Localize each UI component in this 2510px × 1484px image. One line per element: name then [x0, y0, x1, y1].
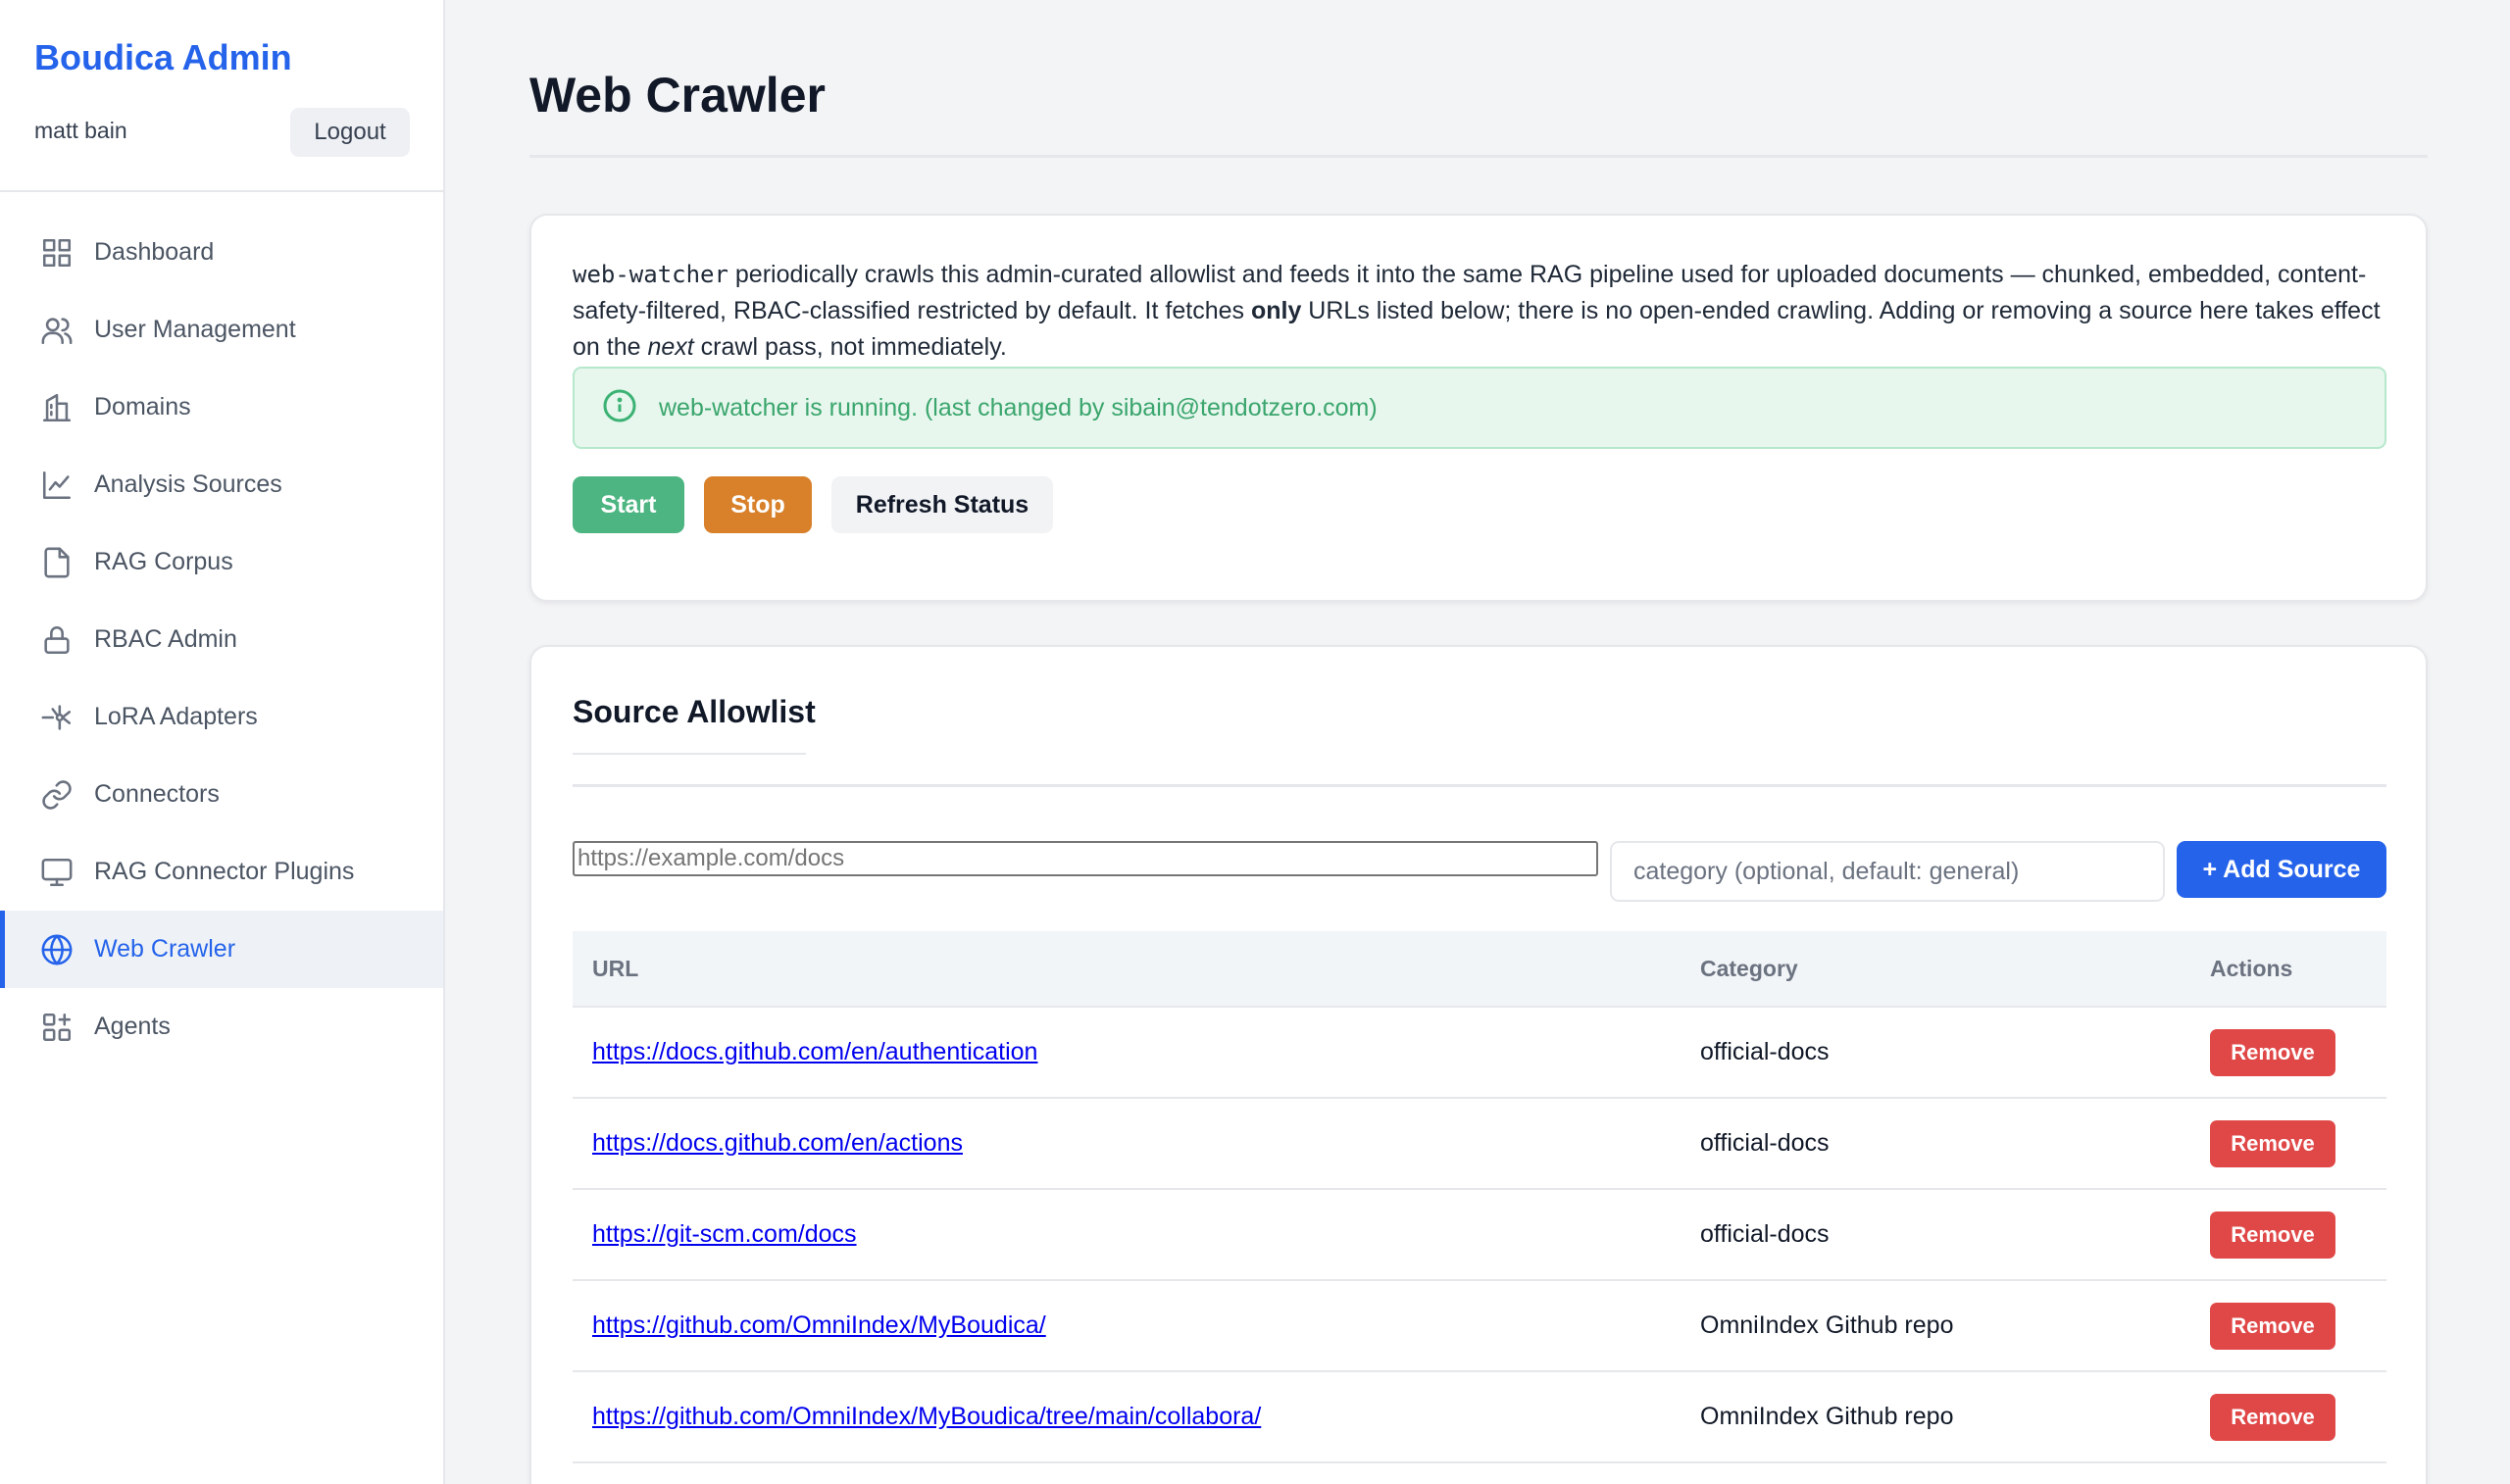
- sidebar-item-rbac-admin[interactable]: RBAC Admin: [0, 601, 443, 678]
- source-url-link[interactable]: https://github.com/OmniIndex/MyBoudica/t…: [592, 1403, 1261, 1430]
- status-text: web-watcher is running. (last changed by…: [659, 393, 1378, 421]
- table-row: https://github.com/OmniIndex/MyBoudica/ …: [573, 1281, 2386, 1372]
- start-button[interactable]: Start: [573, 476, 684, 533]
- sidebar-item-dashboard[interactable]: Dashboard: [0, 214, 443, 291]
- sidebar-item-analysis-sources[interactable]: Analysis Sources: [0, 446, 443, 523]
- description-bold: only: [1250, 297, 1302, 324]
- remove-button[interactable]: Remove: [2210, 1393, 2335, 1441]
- sidebar-item-label: Agents: [94, 1013, 171, 1040]
- table-row: https://github.com/OmniIndex/MyBoudica/t…: [573, 1372, 2386, 1463]
- source-category: official-docs: [1700, 1220, 1830, 1248]
- sidebar-item-label: RAG Connector Plugins: [94, 858, 355, 885]
- apps-icon: [39, 1010, 75, 1045]
- sidebar-item-label: Domains: [94, 393, 191, 420]
- brand-title: Boudica Admin: [34, 37, 292, 77]
- allowlist-table: URL Category Actions https://docs.github…: [573, 931, 2386, 1463]
- source-url-link[interactable]: https://git-scm.com/docs: [592, 1220, 857, 1248]
- column-header-url: URL: [592, 955, 639, 981]
- link-icon: [39, 777, 75, 813]
- source-category: official-docs: [1700, 1038, 1830, 1065]
- add-source-button[interactable]: + Add Source: [2177, 841, 2386, 898]
- sidebar-nav: Dashboard User Management Domains Analys…: [0, 214, 443, 1065]
- sidebar-item-user-management[interactable]: User Management: [0, 291, 443, 369]
- sidebar-item-label: RAG Corpus: [94, 548, 233, 575]
- sidebar-item-label: Dashboard: [94, 238, 215, 266]
- users-icon: [39, 313, 75, 348]
- stop-button[interactable]: Stop: [704, 476, 812, 533]
- sidebar-item-domains[interactable]: Domains: [0, 369, 443, 446]
- sidebar-item-label: User Management: [94, 316, 296, 343]
- sidebar-item-label: Analysis Sources: [94, 470, 282, 498]
- globe-icon: [39, 932, 75, 967]
- sidebar-item-lora-adapters[interactable]: LoRA Adapters: [0, 678, 443, 756]
- section-title-underline: [573, 753, 806, 755]
- remove-button[interactable]: Remove: [2210, 1028, 2335, 1076]
- source-url-link[interactable]: https://docs.github.com/en/actions: [592, 1129, 963, 1157]
- column-header-category: Category: [1700, 955, 1798, 981]
- remove-button[interactable]: Remove: [2210, 1302, 2335, 1350]
- logout-button[interactable]: Logout: [290, 108, 410, 157]
- sidebar-item-connectors[interactable]: Connectors: [0, 756, 443, 833]
- sidebar-item-agents[interactable]: Agents: [0, 988, 443, 1065]
- remove-button[interactable]: Remove: [2210, 1211, 2335, 1259]
- source-category: OmniIndex Github repo: [1700, 1403, 1954, 1430]
- source-url-link[interactable]: https://github.com/OmniIndex/MyBoudica/: [592, 1311, 1046, 1339]
- source-category: official-docs: [1700, 1129, 1830, 1157]
- chart-line-icon: [39, 468, 75, 503]
- source-url-link[interactable]: https://docs.github.com/en/authenticatio…: [592, 1038, 1037, 1065]
- description-italic: next: [647, 333, 694, 361]
- building-icon: [39, 390, 75, 425]
- refresh-status-button[interactable]: Refresh Status: [831, 476, 1053, 533]
- source-category: OmniIndex Github repo: [1700, 1311, 1954, 1339]
- current-user-name: matt bain: [34, 118, 127, 143]
- sidebar-item-label: RBAC Admin: [94, 625, 237, 653]
- file-icon: [39, 545, 75, 580]
- crawler-status-card: web-watcher periodically crawls this adm…: [529, 214, 2428, 602]
- service-name-code: web-watcher: [573, 261, 728, 288]
- grid-icon: [39, 235, 75, 271]
- lock-icon: [39, 622, 75, 658]
- table-row: https://git-scm.com/docs official-docs R…: [573, 1190, 2386, 1281]
- section-title: Source Allowlist: [573, 694, 816, 729]
- sidebar-item-web-crawler[interactable]: Web Crawler: [0, 911, 443, 988]
- info-circle-icon: [602, 388, 637, 428]
- table-row: https://docs.github.com/en/actions offic…: [573, 1099, 2386, 1190]
- sidebar-item-rag-connector-plugins[interactable]: RAG Connector Plugins: [0, 833, 443, 911]
- table-row: https://docs.github.com/en/authenticatio…: [573, 1008, 2386, 1099]
- section-divider: [573, 784, 2386, 787]
- url-input[interactable]: [573, 841, 1598, 876]
- status-alert: web-watcher is running. (last changed by…: [573, 367, 2386, 449]
- sidebar-item-label: LoRA Adapters: [94, 703, 258, 730]
- description-text-3: crawl pass, not immediately.: [693, 333, 1007, 361]
- sidebar-divider: [0, 190, 443, 192]
- page-title: Web Crawler: [529, 68, 826, 123]
- sidebar-item-rag-corpus[interactable]: RAG Corpus: [0, 523, 443, 601]
- adapter-icon: [39, 700, 75, 735]
- sidebar: Boudica Admin matt bain Logout Dashboard…: [0, 0, 445, 1484]
- crawler-description: web-watcher periodically crawls this adm…: [573, 257, 2396, 366]
- column-header-actions: Actions: [2210, 955, 2293, 981]
- sidebar-item-label: Web Crawler: [94, 935, 236, 963]
- category-input[interactable]: [1610, 841, 2165, 902]
- remove-button[interactable]: Remove: [2210, 1119, 2335, 1167]
- monitor-icon: [39, 855, 75, 890]
- sidebar-item-label: Connectors: [94, 780, 220, 808]
- source-allowlist-card: Source Allowlist + Add Source URL Catego…: [529, 645, 2428, 1484]
- table-header: URL Category Actions: [573, 931, 2386, 1008]
- title-divider: [529, 155, 2428, 158]
